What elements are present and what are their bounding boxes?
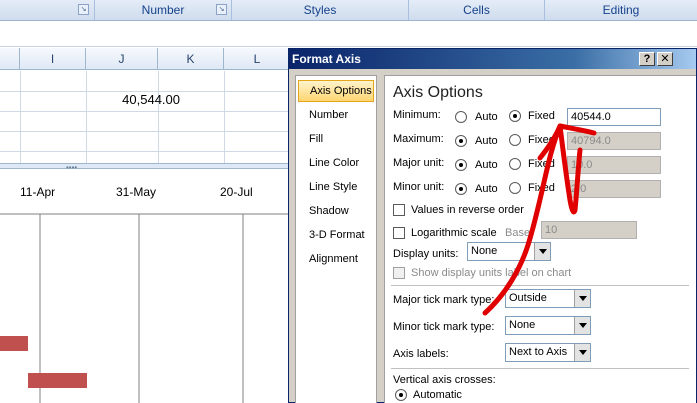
sidebar-item-number[interactable]: Number bbox=[298, 104, 374, 126]
sidebar-item-alignment[interactable]: Alignment bbox=[298, 248, 374, 270]
gantt-chart[interactable]: 11-Apr 31-May 20-Jul bbox=[0, 170, 290, 403]
dialog-title: Format Axis bbox=[292, 52, 361, 66]
column-header-partial[interactable] bbox=[0, 48, 20, 70]
reverse-order-checkbox[interactable] bbox=[393, 204, 405, 216]
dialog-titlebar[interactable]: Format Axis ? ✕ bbox=[289, 49, 696, 69]
show-units-label-text[interactable]: Show display units label on chart bbox=[411, 267, 571, 279]
dialog-launcher-icon[interactable]: ↘ bbox=[216, 4, 227, 15]
minor-tick-type-select[interactable]: None bbox=[505, 316, 591, 335]
separator bbox=[391, 368, 689, 369]
column-header-row: I J K L bbox=[0, 48, 290, 70]
vertical-axis-crosses-label: Vertical axis crosses: bbox=[393, 374, 496, 386]
ribbon-group-number: Number ↘ bbox=[95, 0, 232, 20]
major-tick-type-value: Outside bbox=[509, 292, 547, 304]
axis-options-panel: Axis Options Minimum: Auto Fixed 40544.0… bbox=[384, 75, 696, 403]
display-units-select[interactable]: None bbox=[467, 242, 551, 261]
logarithmic-scale-checkbox[interactable] bbox=[393, 227, 405, 239]
minimum-fixed-label[interactable]: Fixed bbox=[528, 110, 555, 122]
sidebar-item-shadow[interactable]: Shadow bbox=[298, 200, 374, 222]
ribbon-group-cells: Cells bbox=[409, 0, 545, 20]
major-unit-auto-label[interactable]: Auto bbox=[475, 159, 498, 171]
separator bbox=[391, 285, 689, 286]
major-unit-label: Major unit: bbox=[393, 157, 445, 169]
logarithmic-scale-label[interactable]: Logarithmic scale bbox=[411, 227, 497, 239]
major-tick-type-label: Major tick mark type: bbox=[393, 294, 495, 306]
minor-unit-fixed-radio[interactable] bbox=[509, 182, 521, 194]
ribbon-group-editing: Editing bbox=[545, 0, 697, 20]
column-header-j[interactable]: J bbox=[86, 48, 158, 70]
minimum-value-input[interactable]: 40544.0 bbox=[567, 108, 661, 126]
sidebar-item-line-style[interactable]: Line Style bbox=[298, 176, 374, 198]
base-label: Base: bbox=[505, 227, 534, 239]
minimum-label: Minimum: bbox=[393, 109, 441, 121]
minimum-fixed-radio[interactable] bbox=[509, 110, 521, 122]
reverse-order-label[interactable]: Values in reverse order bbox=[411, 204, 524, 216]
close-button[interactable]: ✕ bbox=[657, 52, 673, 66]
formula-bar-area bbox=[0, 21, 697, 47]
minor-tick-type-value: None bbox=[509, 319, 536, 331]
major-tick-type-select[interactable]: Outside bbox=[505, 289, 591, 308]
axis-labels-label: Axis labels: bbox=[393, 348, 449, 360]
maximum-fixed-label[interactable]: Fixed bbox=[528, 134, 555, 146]
major-unit-fixed-radio[interactable] bbox=[509, 158, 521, 170]
show-units-label-checkbox[interactable] bbox=[393, 267, 405, 279]
axis-tick-label: 31-May bbox=[116, 185, 157, 199]
ribbon: ↘ Number ↘ Styles Cells Editing bbox=[0, 0, 697, 21]
dialog-sidebar: Axis Options Number Fill Line Color Line… bbox=[295, 75, 377, 403]
maximum-auto-radio[interactable] bbox=[455, 135, 467, 147]
maximum-value-input[interactable]: 40794.0 bbox=[567, 132, 661, 150]
sidebar-item-3d-format[interactable]: 3-D Format bbox=[298, 224, 374, 246]
minor-unit-fixed-label[interactable]: Fixed bbox=[528, 182, 555, 194]
cell-j-value[interactable]: 40,544.00 bbox=[86, 91, 182, 109]
minor-unit-label: Minor unit: bbox=[393, 181, 445, 193]
maximum-fixed-radio[interactable] bbox=[509, 134, 521, 146]
ribbon-group-label: Editing bbox=[602, 3, 640, 17]
display-units-value: None bbox=[471, 245, 498, 257]
ribbon-group-styles: Styles bbox=[232, 0, 409, 20]
sheet-grid[interactable]: 40,544.00 bbox=[0, 71, 290, 163]
axis-labels-select[interactable]: Next to Axis bbox=[505, 343, 591, 362]
axis-tick-label: 20-Jul bbox=[220, 185, 253, 199]
gantt-bar bbox=[0, 336, 28, 351]
dialog-launcher-icon[interactable]: ↘ bbox=[78, 4, 89, 15]
chevron-down-icon[interactable] bbox=[574, 344, 590, 361]
pane-split-bar[interactable]: •••• bbox=[0, 163, 290, 172]
display-units-label: Display units: bbox=[393, 248, 459, 260]
panel-title: Axis Options bbox=[393, 84, 483, 101]
column-header-i[interactable]: I bbox=[20, 48, 86, 70]
axis-labels-value: Next to Axis bbox=[509, 346, 568, 358]
minimum-auto-label[interactable]: Auto bbox=[475, 111, 498, 123]
help-button[interactable]: ? bbox=[639, 52, 655, 66]
chevron-down-icon[interactable] bbox=[574, 290, 590, 307]
column-header-l[interactable]: L bbox=[224, 48, 290, 70]
minimum-auto-radio[interactable] bbox=[455, 111, 467, 123]
maximum-label: Maximum: bbox=[393, 133, 444, 145]
gantt-bar bbox=[28, 373, 87, 388]
minor-tick-type-label: Minor tick mark type: bbox=[393, 321, 495, 333]
ribbon-group-font: ↘ bbox=[0, 0, 95, 20]
sidebar-item-line-color[interactable]: Line Color bbox=[298, 152, 374, 174]
major-unit-fixed-label[interactable]: Fixed bbox=[528, 158, 555, 170]
maximum-auto-label[interactable]: Auto bbox=[475, 135, 498, 147]
major-unit-value-input[interactable]: 10.0 bbox=[567, 156, 661, 174]
automatic-radio[interactable] bbox=[395, 389, 407, 401]
minor-unit-auto-radio[interactable] bbox=[455, 183, 467, 195]
minor-unit-value-input[interactable]: 2.0 bbox=[567, 180, 661, 198]
chart-canvas bbox=[0, 213, 290, 403]
chevron-down-icon[interactable] bbox=[534, 243, 550, 260]
major-unit-auto-radio[interactable] bbox=[455, 159, 467, 171]
automatic-label[interactable]: Automatic bbox=[413, 389, 462, 401]
format-axis-dialog: Format Axis ? ✕ Axis Options Number Fill… bbox=[288, 48, 697, 403]
column-header-k[interactable]: K bbox=[158, 48, 224, 70]
ribbon-group-label: Number bbox=[141, 3, 185, 17]
sidebar-item-fill[interactable]: Fill bbox=[298, 128, 374, 150]
sidebar-item-axis-options[interactable]: Axis Options bbox=[298, 80, 374, 102]
axis-tick-label: 11-Apr bbox=[20, 185, 56, 199]
ribbon-group-label: Styles bbox=[303, 3, 337, 17]
chevron-down-icon[interactable] bbox=[574, 317, 590, 334]
ribbon-group-label: Cells bbox=[463, 3, 490, 17]
minor-unit-auto-label[interactable]: Auto bbox=[475, 183, 498, 195]
base-value-input[interactable]: 10 bbox=[541, 221, 637, 239]
